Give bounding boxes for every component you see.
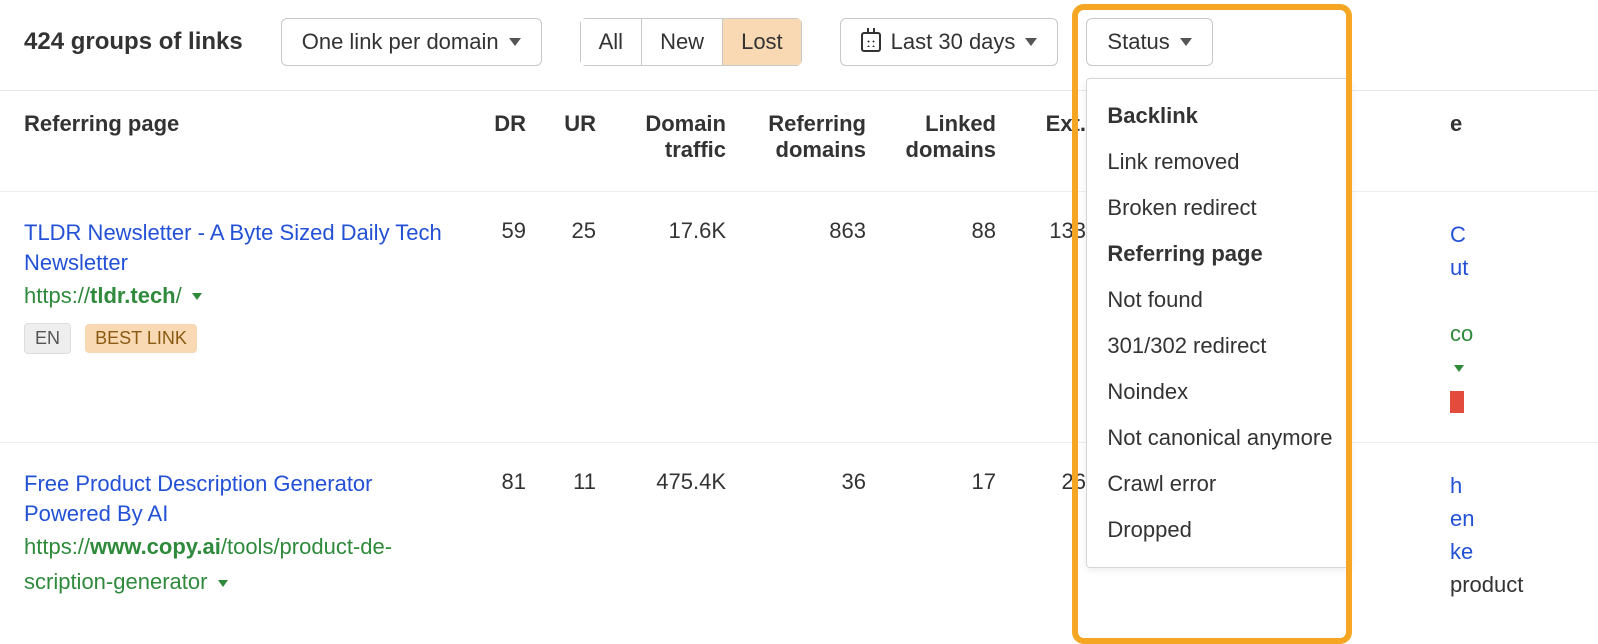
- cell-ur: 25: [540, 192, 610, 443]
- language-badge: EN: [24, 323, 71, 354]
- table-row: TLDR Newsletter - A Byte Sized Daily Tec…: [0, 192, 1598, 443]
- cell-dr: 59: [470, 192, 540, 443]
- url-prefix: https://: [24, 283, 90, 308]
- status-menu-header-backlink: Backlink: [1087, 93, 1350, 139]
- status-dropdown-label: Status: [1107, 29, 1169, 55]
- chevron-down-icon[interactable]: [192, 293, 202, 300]
- status-menu-item[interactable]: Not found: [1087, 277, 1350, 323]
- cell-domain-traffic: 17.6K: [610, 192, 740, 443]
- chevron-down-icon[interactable]: [218, 580, 228, 587]
- col-ur[interactable]: UR: [540, 91, 610, 192]
- status-menu-item[interactable]: Broken redirect: [1087, 185, 1350, 231]
- referring-page-url[interactable]: https://www.copy.ai/tools/product-de­scr…: [24, 534, 392, 594]
- peek-text: ut: [1450, 255, 1468, 280]
- cell-ur: 11: [540, 443, 610, 628]
- col-referring-page[interactable]: Referring page: [0, 91, 470, 192]
- col-referring-domains[interactable]: Referring domains: [740, 91, 880, 192]
- cell-linked-domains[interactable]: 17: [880, 443, 1010, 628]
- status-menu-item[interactable]: Link removed: [1087, 139, 1350, 185]
- calendar-icon: [861, 32, 881, 52]
- peek-text: en: [1450, 506, 1474, 531]
- status-menu-item[interactable]: Noindex: [1087, 369, 1350, 415]
- peek-text: ke: [1450, 539, 1473, 564]
- grouping-dropdown-label: One link per domain: [302, 29, 499, 55]
- status-filter-wrap: Status Backlink Link removed Broken redi…: [1086, 18, 1212, 66]
- backlinks-table: Referring page DR UR Domain traffic Refe…: [0, 91, 1598, 627]
- table-header-row: Referring page DR UR Domain traffic Refe…: [0, 91, 1598, 192]
- status-dropdown-menu: Backlink Link removed Broken redirect Re…: [1086, 78, 1351, 568]
- col-linked-domains[interactable]: Linked domains: [880, 91, 1010, 192]
- chevron-down-icon: [1025, 38, 1037, 46]
- chevron-down-icon: [1180, 38, 1192, 46]
- status-chip: [1450, 391, 1464, 413]
- cell-dr: 81: [470, 443, 540, 628]
- table-row: Free Product Description Generator Power…: [0, 443, 1598, 628]
- status-menu-item[interactable]: Dropped: [1087, 507, 1350, 553]
- groups-count-title: 424 groups of links: [24, 28, 243, 56]
- url-prefix: https://: [24, 534, 90, 559]
- chevron-down-icon: [509, 38, 521, 46]
- url-host: www.copy.ai: [90, 534, 221, 559]
- cell-referring-domains[interactable]: 863: [740, 192, 880, 443]
- peek-text: co: [1450, 321, 1473, 346]
- peek-text: h: [1450, 473, 1462, 498]
- status-menu-item[interactable]: Not canonical anymore: [1087, 415, 1350, 461]
- url-host: tldr.tech: [90, 283, 176, 308]
- referring-page-title-link[interactable]: TLDR Newsletter - A Byte Sized Daily Tec…: [24, 218, 454, 277]
- referring-page-url[interactable]: https://tldr.tech/: [24, 283, 188, 308]
- status-dropdown-button[interactable]: Status: [1086, 18, 1212, 66]
- filter-toolbar: 424 groups of links One link per domain …: [0, 0, 1598, 90]
- segment-lost[interactable]: Lost: [723, 18, 802, 66]
- cell-domain-traffic: 475.4K: [610, 443, 740, 628]
- date-range-label: Last 30 days: [891, 29, 1016, 55]
- peek-text: C: [1450, 222, 1466, 247]
- segment-new[interactable]: New: [642, 18, 723, 66]
- grouping-dropdown[interactable]: One link per domain: [281, 18, 542, 66]
- status-menu-item[interactable]: 301/302 redirect: [1087, 323, 1350, 369]
- chevron-down-icon: [1454, 365, 1464, 372]
- date-range-dropdown[interactable]: Last 30 days: [840, 18, 1059, 66]
- cell-linked-domains[interactable]: 88: [880, 192, 1010, 443]
- cell-referring-domains[interactable]: 36: [740, 443, 880, 628]
- referring-page-title-link[interactable]: Free Product Description Generator Power…: [24, 469, 454, 528]
- col-domain-traffic[interactable]: Domain traffic: [610, 91, 740, 192]
- link-type-segment: All New Lost: [580, 18, 802, 66]
- best-link-badge: BEST LINK: [85, 324, 197, 353]
- url-path: /: [176, 283, 182, 308]
- segment-all[interactable]: All: [580, 18, 642, 66]
- peek-text: product: [1450, 572, 1523, 597]
- col-dr[interactable]: DR: [470, 91, 540, 192]
- status-menu-item[interactable]: Crawl error: [1087, 461, 1350, 507]
- status-menu-header-referring-page: Referring page: [1087, 231, 1350, 277]
